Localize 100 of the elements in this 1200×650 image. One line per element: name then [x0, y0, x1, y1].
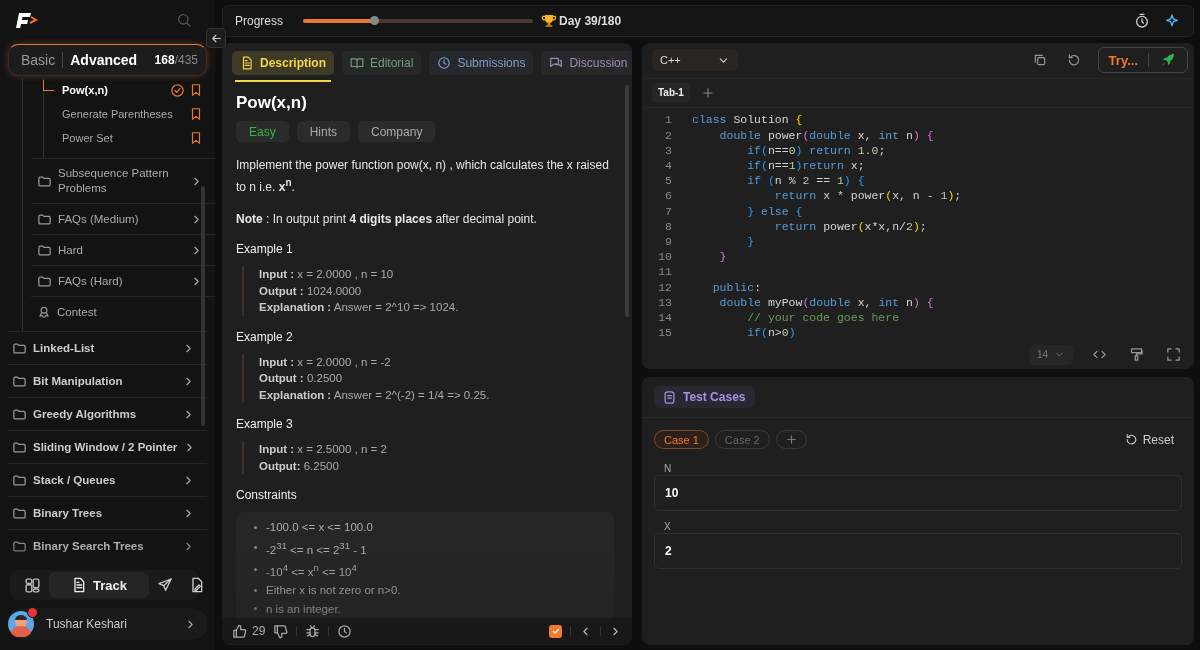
reset-button[interactable]: Reset: [1124, 432, 1174, 447]
folder-icon: [12, 538, 27, 554]
problem-item[interactable]: Pow(x,n): [44, 78, 215, 102]
line-number: 15: [657, 326, 673, 340]
folder-icon: [12, 439, 27, 455]
checkmark-icon: [550, 626, 561, 636]
panel-tab[interactable]: Submissions: [429, 51, 534, 75]
panel-tab[interactable]: Editorial: [342, 51, 422, 75]
award-icon: [37, 305, 51, 319]
example-heading: Example 1: [236, 242, 294, 256]
undo-icon: [1124, 433, 1138, 446]
example-heading: Example 2: [236, 329, 294, 344]
problem-item[interactable]: Power Set: [44, 126, 215, 150]
problem-title: Pow(x,n): [236, 93, 308, 113]
constraint-text: -2$^{31}$ <= n <= 2$^{31}$ - 1: [266, 538, 367, 558]
folder-icon: [37, 173, 52, 189]
code-line: }: [746, 234, 755, 248]
line-number: 4: [664, 159, 673, 173]
folder-icon: [37, 211, 52, 227]
line-number: 9: [664, 234, 673, 248]
example-line: Explanation : Answer = 2^(-2) = 1/4 => 0.25.: [259, 387, 491, 403]
clock-icon: [337, 623, 353, 639]
copy-icon: [1032, 53, 1047, 68]
input-field[interactable]: 2: [654, 533, 1182, 569]
editor-tab[interactable]: Tab-1: [652, 83, 690, 103]
case-tab[interactable]: Case 1: [654, 430, 709, 449]
code-line: double myPow(double x, int n) {: [718, 295, 934, 309]
line-number: 7: [664, 204, 673, 218]
language-dropdown[interactable]: C++: [652, 49, 738, 72]
example-line: Output : 0.2500: [259, 371, 344, 386]
field-label: N: [664, 463, 672, 474]
tag-button[interactable]: Company: [358, 121, 436, 142]
fullscreen-icon: [1166, 347, 1181, 363]
code-line: class Solution {: [692, 113, 803, 127]
trophy-icon: [541, 13, 558, 29]
folder-icon: [37, 273, 52, 289]
mode-tab[interactable]: Basic: [17, 52, 60, 68]
test-cases-tab[interactable]: Test Cases: [654, 386, 756, 408]
mark-checkbox[interactable]: [549, 624, 562, 638]
progress-thumb[interactable]: [370, 16, 380, 25]
line-number: 6: [664, 189, 673, 203]
line-number: 8: [664, 219, 673, 233]
total-count: /435: [174, 53, 198, 67]
line-number: 11: [657, 265, 673, 279]
code-line: double power(double x, int n) {: [718, 128, 934, 142]
folder-icon: [12, 406, 27, 422]
collapse-button[interactable]: [206, 28, 226, 48]
solved-count: 168: [154, 53, 175, 67]
description-text: Note : In output print 4 digits places after decimal point.: [236, 211, 538, 228]
paint-roller-icon: [1129, 347, 1144, 363]
line-number: 12: [657, 280, 673, 294]
bookmark-icon: [189, 83, 203, 97]
section-item[interactable]: Binary Search Trees: [8, 529, 207, 562]
thumbs-down-icon: [273, 623, 289, 639]
example-line: Input : x = 2.5000 , n = 2: [259, 442, 388, 457]
constraint-text: n is an integer.: [266, 601, 341, 617]
track-button[interactable]: Track: [49, 572, 149, 598]
file-edit-icon: [189, 577, 205, 593]
input-field[interactable]: 10: [654, 475, 1182, 511]
run-button[interactable]: Try...: [1097, 47, 1188, 74]
difficulty-tag[interactable]: Easy: [236, 121, 289, 142]
code-line: if(n==1)return x;: [746, 159, 865, 173]
progress-label: Progress: [235, 14, 284, 28]
example-line: Input : x = 2.0000 , n = -2: [259, 354, 392, 370]
code-line: } else {: [746, 204, 803, 218]
book-icon: [350, 56, 364, 70]
dislike-button[interactable]: [273, 623, 289, 639]
section-item[interactable]: Binary Trees: [8, 496, 207, 529]
bookmark-icon: [189, 107, 203, 121]
example-line: Output: 6.2500: [259, 458, 340, 474]
report-bug-button[interactable]: [305, 623, 321, 639]
user-profile[interactable]: Tushar Keshari: [8, 608, 207, 640]
timer-button[interactable]: [337, 623, 353, 639]
constraint-text: Either x is not zero or n>0.: [266, 583, 401, 599]
folder-icon: [12, 340, 27, 356]
code-line: public:: [711, 280, 762, 294]
clock-icon: [437, 56, 452, 70]
example-line: Output : 1024.0000: [259, 283, 363, 299]
section-item[interactable]: Sliding Window / 2 Pointer: [8, 430, 207, 463]
line-number: 2: [664, 128, 673, 142]
code-line: if (n % 2 == 1) {: [746, 174, 865, 188]
description-text: Implement the power function pow(x, n) , which calculates the x raised to n i.e. x$^{n}$.: [236, 157, 610, 196]
plus-icon: [700, 85, 715, 100]
grid-icon: [24, 576, 41, 594]
folder-icon: [37, 242, 52, 258]
constraint-text: -10$^{4}$ <= x$^{n}$ <= 10$^{4}$: [266, 560, 357, 580]
problem-item[interactable]: Generate Parentheses: [44, 102, 215, 126]
section-item[interactable]: Stack / Queues: [8, 463, 207, 496]
example-line: Input : x = 2.0000 , n = 10: [259, 267, 395, 282]
like-button[interactable]: 29: [232, 623, 266, 639]
panel-tab[interactable]: Discussion: [541, 51, 632, 75]
folder-icon: [12, 505, 27, 521]
scrollbar[interactable]: [201, 186, 205, 426]
document-icon: [240, 56, 254, 70]
send-icon: [157, 577, 173, 593]
mode-tab[interactable]: Advanced: [66, 52, 142, 68]
code-line: }: [718, 250, 727, 264]
tag-button[interactable]: Hints: [296, 121, 351, 142]
code-line: return x * power(x, n - 1);: [773, 189, 962, 203]
line-number: 1: [664, 113, 673, 127]
